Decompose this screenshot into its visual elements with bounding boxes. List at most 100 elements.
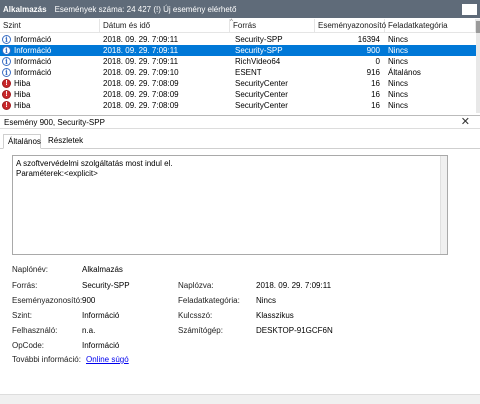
logged-label: Naplózva: — [178, 281, 214, 290]
level-label: Szint: — [12, 311, 33, 320]
more-info-label: További információ: — [12, 355, 81, 364]
error-icon — [2, 79, 11, 88]
event-list: Információ 2018. 09. 29. 7:09:11 Security-… — [0, 34, 476, 113]
error-icon — [2, 90, 11, 99]
event-id-label: Eseményazonosító: — [12, 296, 83, 305]
event-id-cell: 916 — [366, 68, 380, 77]
source-cell: ESENT — [235, 68, 262, 77]
error-icon — [2, 101, 11, 110]
level-text: Hiba — [14, 79, 31, 88]
log-name-label: Naplónév: — [12, 265, 49, 274]
horizontal-scrollbar[interactable] — [0, 394, 480, 404]
logged-value: 2018. 09. 29. 7:09:11 — [256, 281, 332, 290]
column-headers: Szint Dátum és idő Forrás Eseményazonosí… — [0, 19, 476, 33]
source-cell: SecurityCenter — [235, 101, 288, 110]
date-cell: 2018. 09. 29. 7:09:11 — [103, 46, 179, 55]
keywords-label: Kulcsszó: — [178, 311, 213, 320]
refresh-icon[interactable] — [462, 3, 477, 15]
info-icon — [2, 46, 11, 55]
event-id-cell: 16 — [371, 79, 380, 88]
date-cell: 2018. 09. 29. 7:08:09 — [103, 79, 179, 88]
level-cell: Információ — [2, 34, 100, 45]
column-level[interactable]: Szint — [0, 19, 100, 33]
event-id-cell: 16 — [371, 90, 380, 99]
event-list-scrollbar[interactable] — [476, 19, 480, 113]
category-cell: Nincs — [388, 57, 409, 66]
source-cell: Security-SPP — [235, 35, 283, 44]
event-id-cell: 16 — [371, 101, 380, 110]
table-row[interactable]: Hiba 2018. 09. 29. 7:08:09 SecurityCenter 1… — [0, 89, 476, 100]
task-category-value: Nincs — [256, 296, 277, 305]
computer-label: Számítógép: — [178, 326, 223, 335]
table-row[interactable]: Információ 2018. 09. 29. 7:09:11 Security-… — [0, 45, 476, 56]
message-scrollbar[interactable] — [440, 156, 447, 254]
date-cell: 2018. 09. 29. 7:09:10 — [103, 68, 179, 77]
level-cell: Információ — [2, 45, 100, 56]
source-cell: RichVideo64 — [235, 57, 281, 66]
message-line: Paraméterek:<explicit> — [16, 169, 98, 178]
level-text: Információ — [14, 46, 52, 55]
table-row[interactable]: Információ 2018. 09. 29. 7:09:11 Security-… — [0, 34, 476, 45]
event-count-text: Események száma: 24 427 (!) Új esemény e… — [54, 4, 237, 14]
level-text: Információ — [14, 57, 52, 66]
date-cell: 2018. 09. 29. 7:09:11 — [103, 57, 179, 66]
category-cell: Nincs — [388, 90, 409, 99]
date-cell: 2018. 09. 29. 7:08:09 — [103, 90, 179, 99]
level-cell: Hiba — [2, 89, 100, 100]
info-icon — [2, 68, 11, 77]
column-event-id[interactable]: Eseményazonosító — [315, 19, 386, 33]
info-icon — [2, 35, 11, 44]
level-text: Információ — [14, 35, 52, 44]
source-label: Forrás: — [12, 281, 38, 290]
event-id-cell: 0 — [375, 57, 380, 66]
level-cell: Információ — [2, 56, 100, 67]
source-cell: Security-SPP — [235, 46, 283, 55]
computer-value: DESKTOP-91GCF6N — [256, 326, 333, 335]
category-cell: Nincs — [388, 46, 409, 55]
task-category-label: Feladatkategória: — [178, 296, 240, 305]
event-message-box[interactable]: A szoftvervédelmi szolgáltatás most indu… — [12, 155, 448, 255]
category-cell: Általános — [388, 68, 421, 77]
category-cell: Nincs — [388, 35, 409, 44]
sort-chevron-icon: ^ — [230, 19, 233, 25]
detail-tabs: Általános Részletek — [0, 133, 480, 149]
online-help-link[interactable]: Online súgó — [86, 355, 129, 365]
table-row[interactable]: Hiba 2018. 09. 29. 7:08:09 SecurityCenter 1… — [0, 78, 476, 89]
app-title: Alkalmazás — [3, 4, 47, 14]
date-cell: 2018. 09. 29. 7:08:09 — [103, 101, 179, 110]
detail-header: Esemény 900, Security-SPP ✕ — [0, 115, 480, 129]
date-cell: 2018. 09. 29. 7:09:11 — [103, 35, 179, 44]
table-row[interactable]: Információ 2018. 09. 29. 7:09:10 ESENT 916 Á… — [0, 67, 476, 78]
close-icon[interactable]: ✕ — [461, 116, 470, 129]
tab-general[interactable]: Általános — [3, 134, 41, 149]
column-category[interactable]: Feladatkategória — [385, 19, 476, 33]
message-line: A szoftvervédelmi szolgáltatás most indu… — [16, 159, 173, 168]
keywords-value: Klasszikus — [256, 311, 294, 320]
source-value: Security-SPP — [82, 281, 130, 290]
user-label: Felhasználó: — [12, 326, 58, 335]
event-id-cell: 900 — [366, 46, 380, 55]
source-cell: SecurityCenter — [235, 79, 288, 88]
opcode-label: OpCode: — [12, 341, 45, 350]
level-cell: Hiba — [2, 100, 100, 111]
level-text: Hiba — [14, 101, 31, 110]
scrollbar-thumb[interactable] — [476, 21, 480, 33]
level-value: Információ — [82, 311, 120, 320]
level-cell: Információ — [2, 67, 100, 78]
level-text: Információ — [14, 68, 52, 77]
detail-title: Esemény 900, Security-SPP — [4, 118, 105, 127]
title-bar: Alkalmazás Események száma: 24 427 (!) Ú… — [0, 0, 480, 18]
category-cell: Nincs — [388, 79, 409, 88]
column-source[interactable]: Forrás — [230, 19, 315, 33]
tab-details[interactable]: Részletek — [44, 134, 84, 149]
table-row[interactable]: Információ 2018. 09. 29. 7:09:11 RichVideo… — [0, 56, 476, 67]
log-name-value: Alkalmazás — [82, 265, 123, 274]
table-row[interactable]: Hiba 2018. 09. 29. 7:08:09 SecurityCenter 1… — [0, 100, 476, 111]
info-icon — [2, 57, 11, 66]
level-cell: Hiba — [2, 78, 100, 89]
event-id-value: 900 — [82, 296, 96, 305]
column-date[interactable]: Dátum és idő — [100, 19, 230, 33]
level-text: Hiba — [14, 90, 31, 99]
source-cell: SecurityCenter — [235, 90, 288, 99]
user-value: n.a. — [82, 326, 96, 335]
